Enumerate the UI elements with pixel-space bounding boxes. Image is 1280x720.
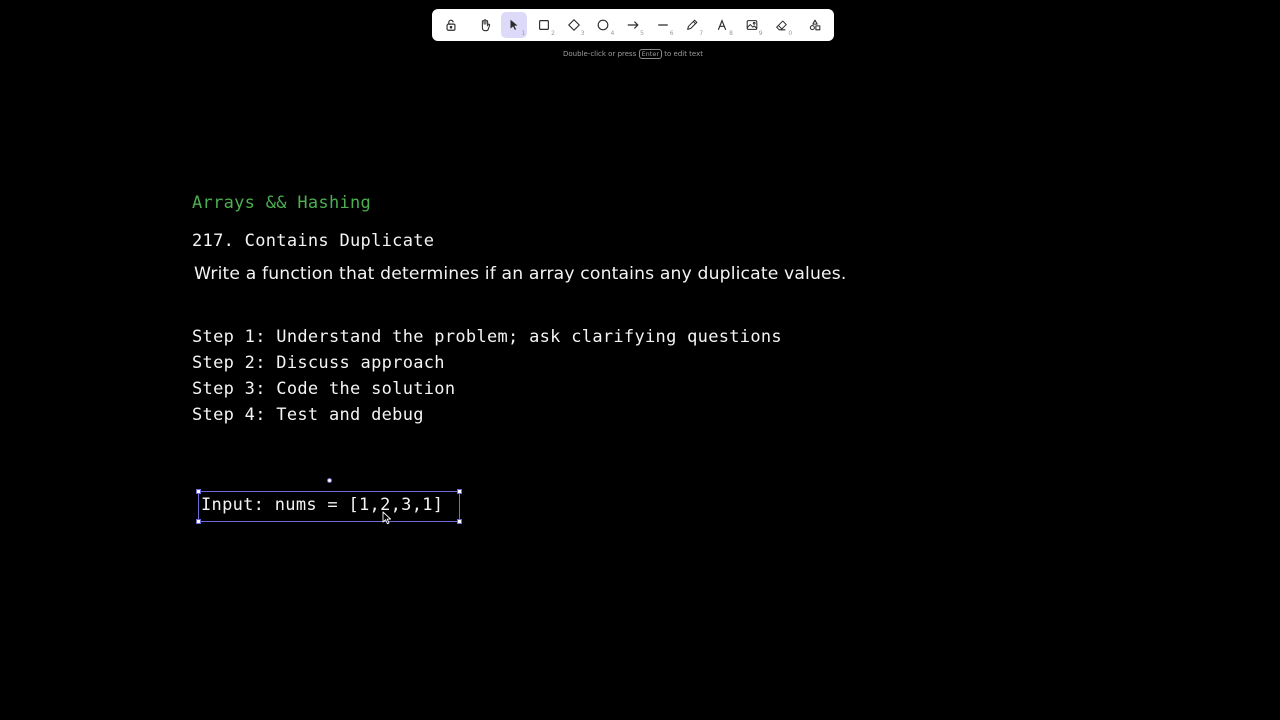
enter-key-badge: Enter — [638, 49, 663, 59]
ellipse-tool-button[interactable]: 4 — [590, 12, 616, 38]
text-icon — [715, 18, 729, 32]
hint-text-before: Double-click or press — [562, 50, 637, 58]
pointer-icon — [507, 18, 521, 32]
main-toolbar: 1 2 3 4 5 6 7 8 9 0 — [432, 9, 834, 41]
shortcut-key: 8 — [729, 30, 733, 37]
ellipse-icon — [596, 18, 610, 32]
arrow-right-icon — [626, 18, 640, 32]
section-title-text[interactable]: Arrays && Hashing — [192, 193, 371, 213]
image-icon — [745, 18, 759, 32]
shortcut-key: 3 — [580, 30, 585, 37]
input-example-text[interactable]: Input: nums = [1,2,3,1] — [201, 495, 443, 515]
resize-handle-bottom-left[interactable] — [196, 519, 201, 524]
shapes-library-icon — [808, 18, 822, 32]
lock-icon — [444, 18, 458, 32]
step-line: Step 2: Discuss approach — [192, 353, 445, 373]
selection-tool-button[interactable]: 1 — [501, 12, 528, 38]
line-tool-button[interactable]: 6 — [650, 12, 676, 38]
problem-title-text[interactable]: 217. Contains Duplicate — [192, 231, 434, 251]
eraser-tool-button[interactable]: 0 — [768, 12, 794, 38]
pencil-icon — [685, 18, 699, 32]
shortcut-key: 2 — [551, 30, 555, 37]
text-tool-button[interactable]: 8 — [709, 12, 735, 38]
resize-handle-top-right[interactable] — [457, 489, 462, 494]
hand-icon — [478, 18, 492, 32]
rectangle-icon — [537, 18, 551, 32]
hint-text-after: to edit text — [664, 50, 703, 58]
shortcut-key: 9 — [758, 30, 763, 37]
resize-handle-top-left[interactable] — [196, 489, 201, 494]
lock-tool-button[interactable] — [438, 12, 464, 38]
shortcut-key: 7 — [699, 30, 704, 37]
arrow-tool-button[interactable]: 5 — [620, 12, 646, 38]
draw-tool-button[interactable]: 7 — [679, 12, 705, 38]
image-tool-button[interactable]: 9 — [739, 12, 765, 38]
more-tools-button[interactable] — [802, 12, 828, 38]
shortcut-key: 6 — [669, 30, 674, 37]
mouse-cursor-icon — [382, 511, 392, 525]
shortcut-key: 4 — [610, 30, 615, 37]
resize-handle-bottom-right[interactable] — [457, 519, 462, 524]
step-line: Step 3: Code the solution — [192, 379, 456, 399]
eraser-icon — [774, 18, 788, 32]
diamond-icon — [567, 18, 581, 32]
shortcut-key: 1 — [521, 30, 526, 37]
line-icon — [656, 18, 670, 32]
steps-text-block[interactable]: Step 1: Understand the problem; ask clar… — [192, 324, 782, 428]
step-line: Step 4: Test and debug — [192, 405, 424, 425]
shortcut-key: 5 — [640, 30, 644, 37]
step-line: Step 1: Understand the problem; ask clar… — [192, 327, 782, 347]
rectangle-tool-button[interactable]: 2 — [531, 12, 557, 38]
hand-tool-button[interactable] — [472, 12, 498, 38]
rotation-handle[interactable] — [327, 478, 332, 483]
shortcut-key: 0 — [788, 30, 793, 37]
problem-description-text[interactable]: Write a function that determines if an a… — [194, 264, 846, 284]
diamond-tool-button[interactable]: 3 — [561, 12, 587, 38]
edit-text-hint: Double-click or press Enter to edit text — [0, 49, 1266, 59]
